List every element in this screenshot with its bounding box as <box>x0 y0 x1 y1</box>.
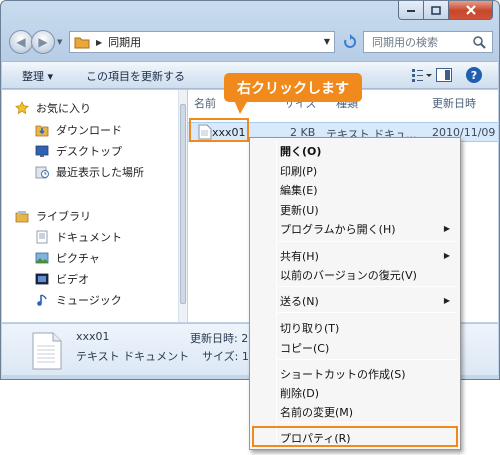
menu-item-update[interactable]: 更新(U) <box>280 202 319 218</box>
preview-pane-button[interactable] <box>436 68 452 85</box>
star-icon <box>14 100 30 116</box>
nav-item-label: ビデオ <box>56 273 89 286</box>
recent-places-icon <box>34 164 50 180</box>
details-file-name: xxx01 <box>76 330 110 343</box>
menu-item-create-shortcut[interactable]: ショートカットの作成(S) <box>280 366 406 382</box>
folder-icon <box>74 37 90 49</box>
maximize-button[interactable] <box>424 1 449 20</box>
breadcrumb-separator: ▶ <box>96 37 103 47</box>
search-input[interactable]: 同期用の検索 <box>363 31 493 53</box>
scrollbar-thumb[interactable] <box>180 104 186 304</box>
search-icon <box>473 36 486 49</box>
menu-separator <box>278 359 457 360</box>
desktop-icon <box>34 143 50 159</box>
minimize-icon <box>407 10 415 12</box>
nav-item-music[interactable]: ミュージック <box>34 292 122 308</box>
menu-item-open[interactable]: 開く(O) <box>280 143 321 159</box>
caption-buttons <box>398 1 493 20</box>
library-icon <box>14 208 30 224</box>
nav-item-label: 最近表示した場所 <box>56 166 144 179</box>
menu-icon-gutter <box>276 140 277 447</box>
column-header-date[interactable]: 更新日時 <box>432 95 476 111</box>
videos-icon <box>34 271 50 287</box>
search-placeholder: 同期用の検索 <box>372 36 438 49</box>
nav-item-pictures[interactable]: ピクチャ <box>34 250 100 266</box>
menu-item-share[interactable]: 共有(H) <box>280 248 319 264</box>
address-bar[interactable]: ▶ 同期用 ▼ <box>69 31 335 53</box>
file-highlight-box <box>189 118 249 142</box>
nav-item-videos[interactable]: ビデオ <box>34 271 89 287</box>
submenu-arrow-icon: ▶ <box>443 251 450 260</box>
view-icon <box>412 69 432 82</box>
properties-highlight-box <box>252 426 458 447</box>
submenu-arrow-icon: ▶ <box>443 296 450 305</box>
close-button[interactable] <box>449 1 493 20</box>
address-dropdown-icon[interactable]: ▼ <box>324 37 330 46</box>
pictures-icon <box>34 250 50 266</box>
menu-item-delete[interactable]: 削除(D) <box>280 385 319 401</box>
menu-separator <box>278 241 457 242</box>
maximize-icon <box>431 5 441 15</box>
forward-button[interactable]: ▶ <box>31 30 55 54</box>
nav-item-recent-places[interactable]: 最近表示した場所 <box>34 164 144 180</box>
menu-separator <box>278 422 457 423</box>
document-large-icon <box>32 332 62 370</box>
back-arrow-icon: ◀ <box>16 35 26 49</box>
downloads-folder-icon <box>34 122 50 138</box>
menu-item-edit[interactable]: 編集(E) <box>280 182 318 198</box>
details-size: サイズ: 1 <box>202 350 249 363</box>
menu-item-open-with[interactable]: プログラムから開く(H) <box>280 221 396 237</box>
forward-arrow-icon: ▶ <box>38 35 48 49</box>
navigation-pane-scrollbar[interactable] <box>179 90 187 322</box>
close-icon <box>465 5 476 15</box>
preview-pane-icon <box>436 68 452 82</box>
refresh-icon <box>344 34 357 48</box>
recent-pages-dropdown[interactable]: ▼ <box>57 38 62 46</box>
menu-item-restore-previous[interactable]: 以前のバージョンの復元(V) <box>280 267 417 283</box>
menu-item-rename[interactable]: 名前の変更(M) <box>280 404 353 420</box>
column-header-name[interactable]: 名前 <box>194 95 216 111</box>
nav-item-downloads[interactable]: ダウンロード <box>34 122 122 138</box>
menu-item-print[interactable]: 印刷(P) <box>280 163 317 179</box>
nav-libraries-label: ライブラリ <box>36 210 91 223</box>
nav-item-label: ピクチャ <box>56 252 100 265</box>
menu-item-copy[interactable]: コピー(C) <box>280 340 329 356</box>
nav-favorites[interactable]: お気に入り <box>14 100 91 116</box>
details-file-type: テキスト ドキュメント <box>76 350 190 363</box>
view-options-button[interactable] <box>412 68 432 85</box>
menu-item-send-to[interactable]: 送る(N) <box>280 293 319 309</box>
nav-libraries[interactable]: ライブラリ <box>14 208 91 224</box>
nav-item-label: ダウンロード <box>56 124 122 137</box>
submenu-arrow-icon: ▶ <box>443 224 450 233</box>
nav-favorites-label: お気に入り <box>36 102 91 115</box>
instruction-callout: 右クリックします <box>224 73 362 102</box>
refresh-button[interactable] <box>339 31 361 53</box>
navigation-pane: お気に入り ダウンロード デスクトップ 最近表示した場所 ライブラリ ドキュメン… <box>2 90 179 322</box>
nav-item-documents[interactable]: ドキュメント <box>34 229 122 245</box>
nav-item-label: ドキュメント <box>56 231 122 244</box>
breadcrumb-current[interactable]: 同期用 <box>108 34 141 50</box>
back-button[interactable]: ◀ <box>9 30 33 54</box>
organize-button[interactable]: 整理 ▾ <box>22 68 53 84</box>
context-menu: 開く(O) 印刷(P) 編集(E) 更新(U) プログラムから開く(H) ▶ 共… <box>249 137 461 450</box>
menu-separator <box>278 312 457 313</box>
nav-item-desktop[interactable]: デスクトップ <box>34 143 122 159</box>
music-icon <box>34 292 50 308</box>
navigation-row: ◀ ▶ ▼ ▶ 同期用 ▼ 同期用の検索 <box>7 29 495 55</box>
minimize-button[interactable] <box>398 1 424 20</box>
menu-item-cut[interactable]: 切り取り(T) <box>280 320 339 336</box>
nav-item-label: ミュージック <box>56 294 122 307</box>
menu-separator <box>278 286 457 287</box>
nav-item-label: デスクトップ <box>56 145 122 158</box>
details-date: 更新日時: 2 <box>190 332 249 345</box>
documents-icon <box>34 229 50 245</box>
update-item-button[interactable]: この項目を更新する <box>86 68 185 84</box>
help-icon[interactable]: ? <box>466 67 482 83</box>
callout-pointer <box>234 100 248 114</box>
